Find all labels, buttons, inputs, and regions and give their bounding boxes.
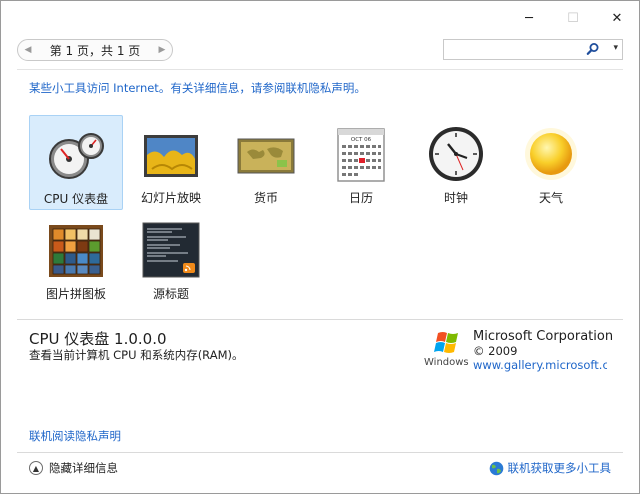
next-page-button[interactable]: ▶	[154, 42, 170, 58]
windows-logo-text: Windows	[424, 357, 469, 368]
hide-details-label: 隐藏详细信息	[49, 461, 118, 475]
toolbar-divider	[17, 69, 623, 70]
gadget-label: 幻灯片放映	[140, 191, 201, 205]
gadget-label: 图片拼图板	[45, 287, 106, 301]
page-status: 第 1 页，共 1 页	[49, 44, 141, 58]
gadget-label: 时钟	[443, 191, 468, 205]
details-title: CPU 仪表盘 1.0.0.0	[29, 330, 167, 348]
cpu-meter-icon	[49, 133, 104, 179]
details-divider	[17, 319, 623, 320]
currency-icon	[237, 138, 295, 174]
publisher-name: Microsoft Corporation	[473, 329, 614, 344]
details-description: 查看当前计算机 CPU 和系统内存(RAM)。	[29, 348, 244, 362]
page-navigator: ◀ 第 1 页，共 1 页 ▶	[17, 39, 173, 61]
footer-divider	[17, 452, 623, 453]
chevron-up-icon: ▲	[29, 461, 43, 475]
gadget-tile-feed-headlines[interactable]: 源标题	[124, 211, 218, 306]
publisher-year: © 2009	[473, 344, 518, 358]
feed-headlines-icon	[142, 222, 200, 278]
hide-details-toggle[interactable]: ▲ 隐藏详细信息	[29, 460, 118, 476]
maximize-button: ☐	[567, 10, 579, 26]
gadget-label: 货币	[253, 191, 278, 205]
caption-buttons: ─ ☐ ✕	[507, 1, 639, 35]
minimize-button[interactable]: ─	[507, 1, 551, 35]
internet-notice-link[interactable]: 某些小工具访问 Internet。有关详细信息，请参阅联机隐私声明。	[29, 80, 366, 96]
slideshow-icon	[144, 135, 198, 177]
gadget-label: CPU 仪表盘	[43, 192, 109, 206]
gadget-label: 日历	[348, 191, 373, 205]
gadget-label: 源标题	[152, 287, 189, 301]
windows-logo: Windows	[424, 332, 469, 368]
privacy-statement-link[interactable]: 联机阅读隐私声明	[29, 428, 121, 444]
gadget-tile-currency[interactable]: 货币	[219, 115, 313, 210]
globe-icon	[489, 461, 503, 475]
calendar-icon: OCT 06	[337, 128, 385, 182]
gadget-tile-picture-puzzle[interactable]: 图片拼图板	[29, 211, 123, 306]
toolbar: ◀ 第 1 页，共 1 页 ▶ ▾	[17, 39, 623, 61]
clock-icon	[429, 127, 483, 181]
calendar-icon-text: OCT 06	[351, 137, 372, 143]
search-input[interactable]: ▾	[443, 39, 623, 60]
previous-page-button[interactable]: ◀	[20, 42, 36, 58]
close-button[interactable]: ✕	[595, 1, 639, 35]
get-more-gadgets-link[interactable]: 联机获取更多小工具	[489, 460, 612, 476]
weather-icon	[525, 128, 577, 180]
gadget-gallery-window: ─ ☐ ✕ ◀ 第 1 页，共 1 页 ▶ ▾ 某些小工具访问 Internet…	[0, 0, 640, 494]
gadget-label: 天气	[538, 191, 563, 205]
gadget-tile-weather[interactable]: 天气	[504, 115, 598, 210]
publisher-link[interactable]: www.gallery.microsoft.com	[473, 358, 607, 372]
gadget-tile-slideshow[interactable]: 幻灯片放映	[124, 115, 218, 210]
gadget-tile-cpu-meter[interactable]: CPU 仪表盘	[29, 115, 123, 210]
puzzle-icon	[49, 225, 103, 277]
search-dropdown-icon[interactable]: ▾	[613, 43, 618, 53]
search-icon[interactable]	[586, 42, 600, 56]
get-more-gadgets-label: 联机获取更多小工具	[507, 461, 612, 475]
gadget-tile-clock[interactable]: 时钟	[409, 115, 503, 210]
gadget-tile-calendar[interactable]: OCT 06 日历	[314, 115, 408, 210]
